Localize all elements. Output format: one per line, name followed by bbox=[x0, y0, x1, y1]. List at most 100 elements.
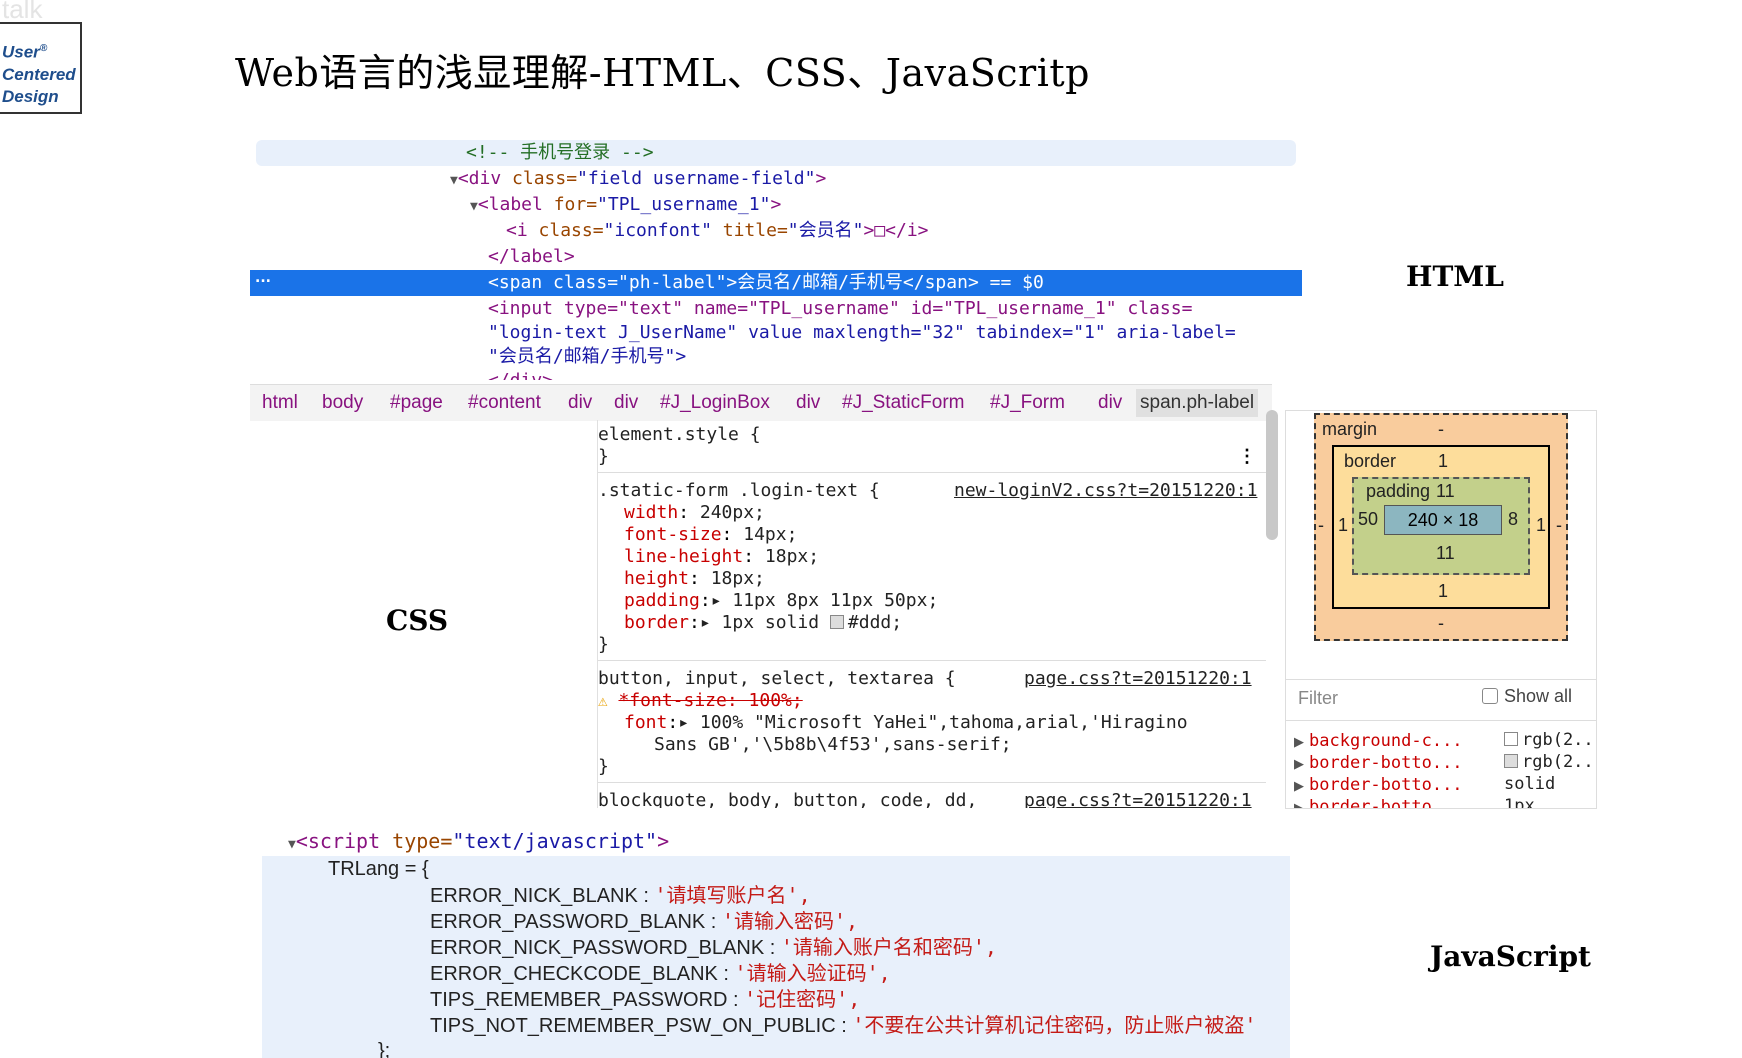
js-entry: ERROR_NICK_BLANK : '请填写账户名', bbox=[430, 882, 811, 909]
rule1-source-link[interactable]: new-loginV2.css?t=20151220:1 bbox=[954, 480, 1257, 502]
crumb-loginbox[interactable]: #J_LoginBox bbox=[660, 392, 770, 414]
i-title-value: "会员名" bbox=[787, 220, 864, 241]
margin-left-value: - bbox=[1318, 515, 1324, 535]
js-key: TIPS_NOT_REMEMBER_PSW_ON_PUBLIC : bbox=[430, 1015, 853, 1037]
rule1-selector[interactable]: .static-form .login-text { bbox=[598, 480, 880, 502]
input-node-line2[interactable]: "login-text J_UserName" value maxlength=… bbox=[488, 320, 1236, 346]
prop-value: ▸ 1px solid bbox=[699, 612, 830, 633]
js-string: '请输入密码', bbox=[721, 909, 859, 933]
trlang-object-open: TRLang = { bbox=[328, 858, 429, 880]
border-top-value: 1 bbox=[1438, 451, 1449, 471]
element-style-selector[interactable]: element.style { bbox=[598, 424, 761, 446]
label-node[interactable]: ▼<label for="TPL_username_1"> bbox=[470, 192, 781, 220]
javascript-source-panel: ▼<script type="text/javascript"> TRLang … bbox=[262, 826, 1290, 1058]
prop-value: 240px; bbox=[689, 502, 765, 523]
crumb-form[interactable]: #J_Form bbox=[990, 392, 1065, 414]
crumb-div[interactable]: div bbox=[614, 392, 638, 414]
expand-triangle-icon[interactable]: ▼ bbox=[288, 837, 296, 852]
crumb-div[interactable]: div bbox=[796, 392, 820, 414]
crumb-staticform[interactable]: #J_StaticForm bbox=[842, 392, 964, 414]
box-model-padding[interactable]: padding 11 11 50 8 240 × 18 bbox=[1352, 477, 1530, 575]
more-options-icon[interactable]: ⋮ bbox=[1238, 446, 1256, 468]
input-node-line3[interactable]: "会员名/邮箱/手机号"> bbox=[488, 344, 686, 370]
computed-row[interactable]: ▶ border-botto... rgb(2... bbox=[1294, 752, 1596, 773]
logo-line-centered: Centered bbox=[2, 64, 76, 84]
css-prop-padding[interactable]: padding:▸ 11px 8px 11px 50px; bbox=[624, 590, 938, 612]
i-close-tag: </i> bbox=[885, 220, 929, 241]
prop-value: 18px; bbox=[699, 568, 765, 589]
rule3-selector[interactable]: blockquote, body, button, code, dd, bbox=[598, 790, 977, 808]
crumb-div[interactable]: div bbox=[568, 392, 592, 414]
computed-row[interactable]: ▶ background-c... rgb(2... bbox=[1294, 730, 1596, 751]
margin-label: margin bbox=[1322, 419, 1378, 439]
box-model-content[interactable]: 240 × 18 bbox=[1384, 505, 1502, 535]
styles-scrollbar[interactable] bbox=[1266, 410, 1278, 540]
show-all-checkbox[interactable] bbox=[1482, 688, 1498, 704]
box-model-diagram: margin - - - - border 1 1 1 1 padding 11… bbox=[1285, 410, 1597, 680]
computed-row[interactable]: ▶ border-botto... solid bbox=[1294, 774, 1555, 795]
prop-name: line-height bbox=[624, 546, 744, 567]
crumb-content[interactable]: #content bbox=[468, 392, 541, 414]
js-key: ERROR_CHECKCODE_BLANK : bbox=[430, 963, 735, 985]
prop-name: height bbox=[624, 568, 690, 589]
margin-right-value: - bbox=[1556, 515, 1562, 535]
css-prop-line-height[interactable]: line-height: 18px; bbox=[624, 546, 819, 568]
css-prop-width[interactable]: width: 240px; bbox=[624, 502, 765, 524]
i-node[interactable]: <i class="iconfont" title="会员名">□</i> bbox=[506, 218, 929, 244]
color-swatch bbox=[1504, 732, 1518, 746]
script-type-value: "text/javascript" bbox=[452, 829, 658, 853]
element-style-close: } bbox=[598, 446, 609, 467]
show-all-toggle[interactable]: Show all bbox=[1482, 686, 1572, 707]
css-prop-font[interactable]: font:▸ 100% "Microsoft YaHei",tahoma,ari… bbox=[624, 712, 1188, 734]
css-prop-border[interactable]: border:▸ 1px solid #ddd; bbox=[624, 612, 902, 634]
color-swatch[interactable] bbox=[829, 615, 844, 629]
registered-mark: ® bbox=[39, 43, 48, 54]
computed-value: solid bbox=[1504, 774, 1556, 794]
selected-span-node[interactable]: <span class="ph-label">会员名/邮箱/手机号</span>… bbox=[488, 270, 1044, 296]
script-tag: <script bbox=[295, 829, 393, 853]
crumb-span-ph-label[interactable]: span.ph-label bbox=[1136, 389, 1259, 417]
padding-right-value: 8 bbox=[1508, 509, 1519, 529]
computed-value: rgb(2... bbox=[1522, 752, 1597, 772]
script-tag-line[interactable]: ▼<script type="text/javascript"> bbox=[288, 828, 669, 858]
prop-value: ▸ 11px 8px 11px 50px; bbox=[710, 590, 939, 611]
css-prop-font-size[interactable]: font-size: 14px; bbox=[624, 524, 797, 546]
div-node[interactable]: ▼<div class="field username-field"> bbox=[450, 166, 826, 194]
expand-triangle-icon[interactable]: ▼ bbox=[470, 199, 478, 214]
div-close-tag[interactable]: </div> bbox=[488, 368, 553, 380]
computed-value: rgb(2... bbox=[1522, 730, 1597, 750]
i-glyph: >□ bbox=[863, 220, 886, 241]
css-prop-height[interactable]: height: 18px; bbox=[624, 568, 765, 590]
margin-top-value: - bbox=[1438, 419, 1444, 439]
node-menu-dots[interactable]: ... bbox=[255, 270, 271, 286]
html-comment[interactable]: <!-- 手机号登录 --> bbox=[466, 140, 654, 166]
js-key: ERROR_NICK_BLANK : bbox=[430, 885, 655, 907]
box-model-border[interactable]: border 1 1 1 1 padding 11 11 50 8 240 × … bbox=[1332, 445, 1550, 609]
crumb-body[interactable]: body bbox=[322, 392, 363, 414]
i-title-attr: title= bbox=[711, 220, 788, 241]
styles-panel: element.style { } ⋮ .static-form .login-… bbox=[597, 420, 1266, 808]
rule2-source-link[interactable]: page.css?t=20151220:1 bbox=[1024, 668, 1252, 690]
box-model-margin[interactable]: margin - - - - border 1 1 1 1 padding 11… bbox=[1314, 413, 1568, 641]
js-entry: ERROR_NICK_PASSWORD_BLANK : '请输入账户名和密码', bbox=[430, 934, 997, 961]
label-html: HTML bbox=[1406, 260, 1504, 293]
label-close-tag[interactable]: </label> bbox=[488, 244, 575, 270]
computed-row[interactable]: ▶ border-botto... 1px bbox=[1294, 796, 1535, 808]
crumb-div[interactable]: div bbox=[1098, 392, 1122, 414]
js-string: '记住密码', bbox=[744, 987, 861, 1011]
rule3-source-link[interactable]: page.css?t=20151220:1 bbox=[1024, 790, 1252, 808]
rule2-selector[interactable]: button, input, select, textarea { bbox=[598, 668, 956, 690]
padding-bottom-value: 11 bbox=[1436, 543, 1455, 563]
margin-bottom-value: - bbox=[1438, 613, 1444, 633]
border-bottom-value: 1 bbox=[1438, 581, 1449, 601]
input-node-line1[interactable]: <input type="text" name="TPL_username" i… bbox=[488, 296, 1192, 322]
crumb-html[interactable]: html bbox=[262, 392, 298, 414]
expand-triangle-icon[interactable]: ▼ bbox=[450, 173, 458, 188]
computed-filter-input[interactable]: Filter bbox=[1298, 688, 1338, 709]
dom-breadcrumb: html body #page #content div div #J_Logi… bbox=[250, 384, 1272, 421]
i-class-value: "iconfont" bbox=[603, 220, 712, 241]
border-label: border bbox=[1344, 451, 1397, 471]
js-string: '请输入验证码', bbox=[734, 961, 891, 985]
crumb-page[interactable]: #page bbox=[390, 392, 443, 414]
css-prop-font-size-invalid[interactable]: ⚠ *font-size: 100%; bbox=[598, 690, 803, 712]
